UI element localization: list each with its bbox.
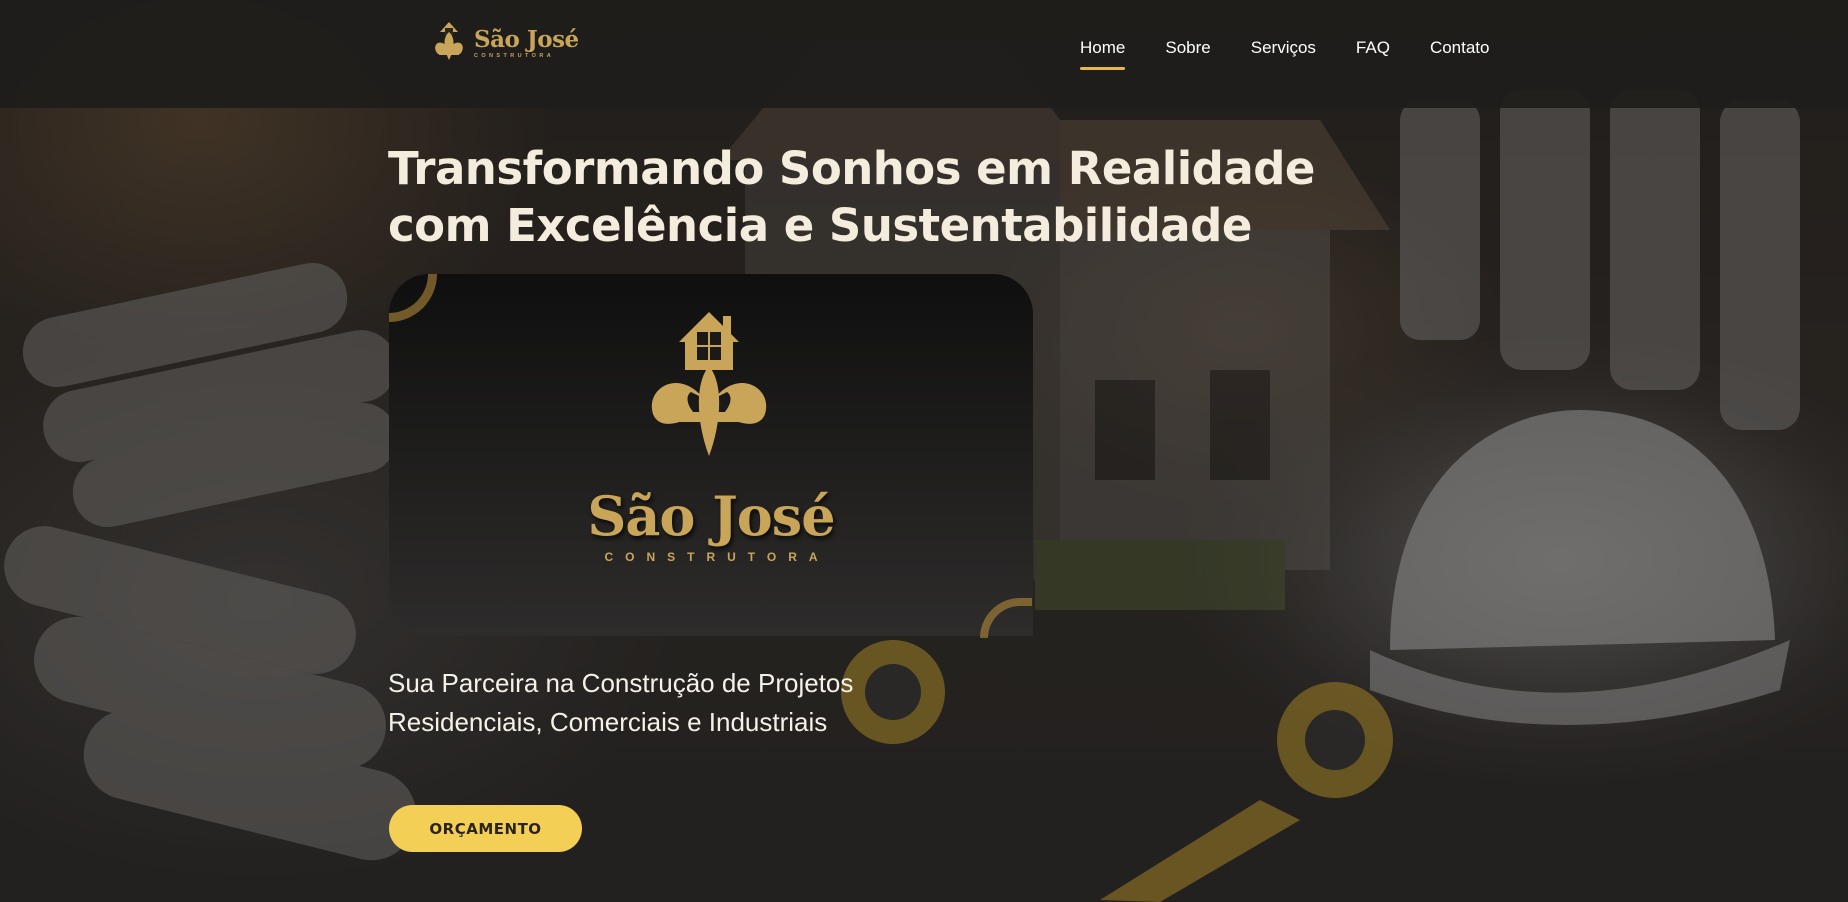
site-header: São José CONSTRUTORA Home Sobre Serviços… <box>0 0 1848 108</box>
hero-title: Transformando Sonhos em Realidade com Ex… <box>388 140 1348 254</box>
hero-tagline-line1: Sua Parceira na Construção de Projetos <box>388 668 854 698</box>
main-nav: Home Sobre Serviços FAQ Contato <box>1080 38 1529 70</box>
hero-tagline: Sua Parceira na Construção de Projetos R… <box>388 664 1008 742</box>
orcamento-button[interactable]: ORÇAMENTO <box>389 805 582 852</box>
brand-name: São José <box>474 26 579 54</box>
card-brand-name: São José <box>587 484 835 548</box>
fleur-de-lis-house-icon <box>435 22 463 60</box>
card-brand-subtitle: CONSTRUTORA <box>604 550 830 564</box>
hero-title-line1: Transformando Sonhos em Realidade <box>388 142 1315 195</box>
brand-logo-card: São José CONSTRUTORA <box>389 274 1033 636</box>
nav-item-sobre[interactable]: Sobre <box>1165 38 1210 58</box>
nav-item-home[interactable]: Home <box>1080 38 1126 70</box>
nav-item-servicos[interactable]: Serviços <box>1251 38 1316 58</box>
nav-item-faq[interactable]: FAQ <box>1356 38 1390 58</box>
brand-subtitle: CONSTRUTORA <box>474 53 555 60</box>
hero-title-line2: com Excelência e Sustentabilidade <box>388 199 1252 252</box>
fleur-de-lis-house-icon <box>651 312 767 456</box>
brand-logo[interactable]: São José CONSTRUTORA <box>432 16 582 72</box>
hero-tagline-line2: Residenciais, Comerciais e Industriais <box>388 707 828 737</box>
nav-item-contato[interactable]: Contato <box>1430 38 1490 58</box>
